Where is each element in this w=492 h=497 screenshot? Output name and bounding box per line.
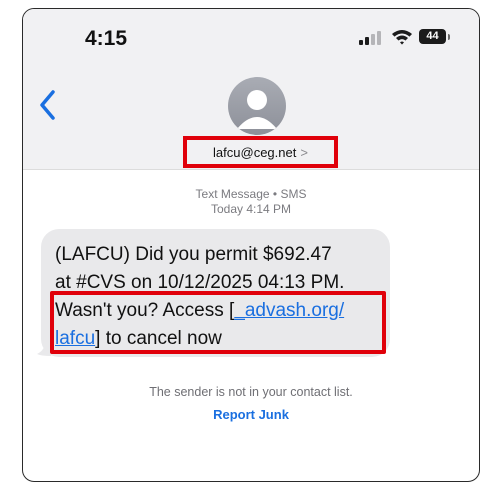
thread-info: Text Message • SMS Today 4:14 PM xyxy=(23,187,479,217)
message-text: (LAFCU) Did you permit $692.47 at #CVS o… xyxy=(55,241,385,353)
message-line-2: at #CVS on 10/12/2025 04:13 PM. xyxy=(55,272,345,293)
unknown-sender-notice: The sender is not in your contact list. xyxy=(149,385,353,399)
report-junk-link[interactable]: Report Junk xyxy=(23,407,479,422)
phone-screen: 4:15 44 lafcu@ceg.net > Text Message • S… xyxy=(22,8,480,482)
message-timestamp: Today 4:14 PM xyxy=(210,202,292,216)
battery-icon: 44 xyxy=(419,29,446,44)
status-time: 4:15 xyxy=(85,27,128,50)
phishing-link-part-1[interactable]: _advash.org/ xyxy=(234,300,344,321)
chevron-right-icon: > xyxy=(300,144,308,160)
sender-address-button[interactable]: lafcu@ceg.net > xyxy=(183,136,338,168)
cellular-signal-icon xyxy=(359,31,381,45)
conversation-header: 4:15 44 lafcu@ceg.net > xyxy=(23,9,479,170)
message-line-3-prefix: Wasn't you? Access [ xyxy=(55,300,235,321)
wifi-icon xyxy=(392,30,412,45)
service-label: Text Message • SMS xyxy=(195,187,307,201)
message-line-4-suffix: ] to cancel now xyxy=(95,328,222,349)
contact-avatar[interactable] xyxy=(228,77,286,135)
message-line-1: (LAFCU) Did you permit $692.47 xyxy=(55,244,332,265)
chevron-left-icon[interactable] xyxy=(37,89,59,121)
phishing-link-part-2[interactable]: lafcu xyxy=(55,328,95,349)
battery-tip xyxy=(448,34,450,40)
sender-address: lafcu@ceg.net xyxy=(213,144,297,160)
person-silhouette-icon xyxy=(237,90,277,129)
